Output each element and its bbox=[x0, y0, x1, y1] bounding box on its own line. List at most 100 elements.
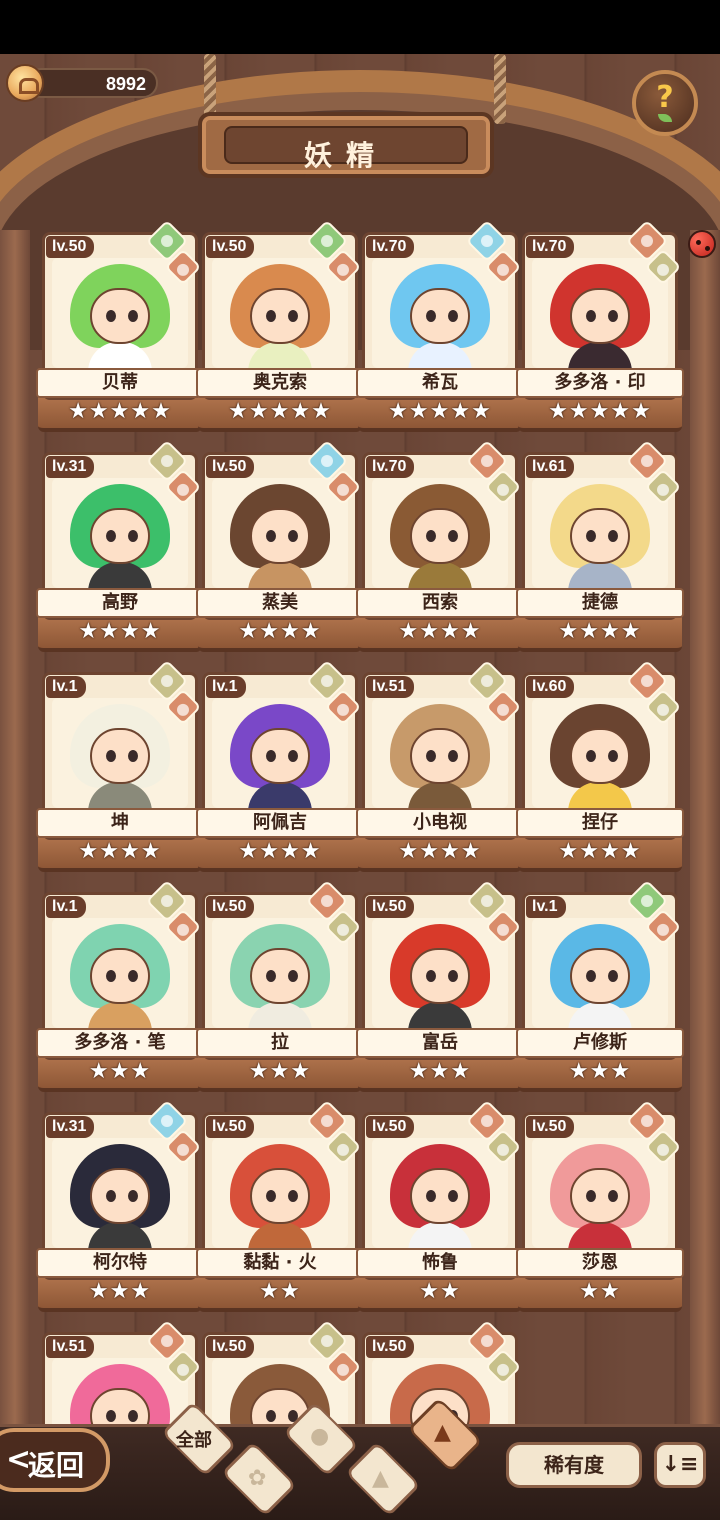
fairy-name-ribbon: 富岳 bbox=[356, 1028, 524, 1058]
fairy-card[interactable]: lv.50 怖鲁 ★★ bbox=[356, 1099, 524, 1318]
fairy-name-ribbon: 多多洛 · 笔 bbox=[36, 1028, 204, 1058]
fairy-name-ribbon: 卢修斯 bbox=[516, 1028, 684, 1058]
fairy-level: lv.70 bbox=[366, 236, 415, 258]
fairy-name-ribbon: 捷德 bbox=[516, 588, 684, 618]
fairy-eye bbox=[608, 310, 618, 322]
fairy-level: lv.50 bbox=[366, 896, 415, 918]
fairy-name: 柯尔特 bbox=[93, 1252, 147, 1273]
fairy-eye bbox=[128, 530, 138, 542]
fairy-name: 贝蒂 bbox=[102, 372, 138, 393]
fairy-eye bbox=[106, 1410, 116, 1422]
fairy-card[interactable]: lv.31 高野 ★★★★ bbox=[36, 439, 204, 658]
fairy-eye bbox=[586, 310, 596, 322]
fairy-level: lv.51 bbox=[366, 676, 415, 698]
sort-rarity-button[interactable]: 稀有度 bbox=[506, 1442, 642, 1488]
fairy-eye bbox=[448, 530, 458, 542]
fairy-face bbox=[570, 948, 630, 1004]
fairy-face bbox=[250, 1168, 310, 1224]
rarity-stars: ★★★★ bbox=[78, 619, 162, 644]
sort-order-button[interactable]: ↓≡ bbox=[654, 1442, 706, 1488]
fairy-level: lv.70 bbox=[526, 236, 575, 258]
fairy-name-ribbon: 捏仔 bbox=[516, 808, 684, 838]
fairy-portrait bbox=[372, 478, 508, 588]
fairy-card[interactable]: lv.60 捏仔 ★★★★ bbox=[516, 659, 684, 878]
sprout-icon: ✿ bbox=[248, 1466, 267, 1491]
fairy-name-ribbon: 西索 bbox=[356, 588, 524, 618]
rarity-stars: ★★★ bbox=[568, 1059, 632, 1084]
fairy-eye bbox=[288, 750, 298, 762]
fairy-card[interactable]: lv.50 贝蒂 ★★★★★ bbox=[36, 219, 204, 438]
fairy-card[interactable]: lv.50 拉 ★★★ bbox=[196, 879, 364, 1098]
fairy-name-ribbon: 柯尔特 bbox=[36, 1248, 204, 1278]
fairy-name-ribbon: 蒸美 bbox=[196, 588, 364, 618]
fairy-card[interactable]: lv.70 希瓦 ★★★★★ bbox=[356, 219, 524, 438]
fairy-card[interactable]: lv.50 蒸美 ★★★★ bbox=[196, 439, 364, 658]
fairy-eye bbox=[128, 750, 138, 762]
help-button[interactable]: ? bbox=[632, 70, 698, 136]
fairy-card[interactable]: lv.50 黏黏 · 火 ★★ bbox=[196, 1099, 364, 1318]
fairy-eye bbox=[586, 970, 596, 982]
fairy-face bbox=[570, 1168, 630, 1224]
fairy-eye bbox=[106, 750, 116, 762]
rarity-stars: ★★★★★ bbox=[548, 399, 652, 424]
fairy-name: 黏黏 · 火 bbox=[243, 1252, 317, 1273]
fairy-name: 多多洛 · 印 bbox=[554, 372, 646, 393]
fairy-level: lv.61 bbox=[526, 456, 575, 478]
fairy-portrait bbox=[52, 698, 188, 808]
fairy-card[interactable]: lv.50 奥克索 ★★★★★ bbox=[196, 219, 364, 438]
rarity-stars: ★★★★ bbox=[238, 839, 322, 864]
fairy-name: 卢修斯 bbox=[573, 1032, 627, 1053]
fairy-card[interactable]: lv.50 富岳 ★★★ bbox=[356, 879, 524, 1098]
fairy-name: 阿佩吉 bbox=[253, 812, 307, 833]
fairy-name: 奥克索 bbox=[253, 372, 307, 393]
fairy-eye bbox=[448, 1190, 458, 1202]
fairy-name-ribbon: 多多洛 · 印 bbox=[516, 368, 684, 398]
fairy-portrait bbox=[532, 1138, 668, 1248]
fairy-level: lv.1 bbox=[526, 896, 566, 918]
fairy-eye bbox=[608, 970, 618, 982]
fairy-name: 坤 bbox=[111, 812, 129, 833]
fairy-face bbox=[90, 948, 150, 1004]
fairy-level: lv.1 bbox=[206, 676, 246, 698]
fairy-eye bbox=[106, 970, 116, 982]
fairy-card[interactable]: lv.70 西索 ★★★★ bbox=[356, 439, 524, 658]
fairy-eye bbox=[448, 310, 458, 322]
fairy-card[interactable]: lv.1 阿佩吉 ★★★★ bbox=[196, 659, 364, 878]
fairy-card[interactable]: lv.1 多多洛 · 笔 ★★★ bbox=[36, 879, 204, 1098]
fairy-eye bbox=[426, 1190, 436, 1202]
fairy-face bbox=[250, 288, 310, 344]
fairy-name-ribbon: 高野 bbox=[36, 588, 204, 618]
rarity-stars: ★★★ bbox=[88, 1279, 152, 1304]
fairy-eye bbox=[426, 530, 436, 542]
fairy-name: 捏仔 bbox=[582, 812, 618, 833]
rarity-stars: ★★★★★ bbox=[388, 399, 492, 424]
fairy-eye bbox=[266, 530, 276, 542]
fairy-card[interactable]: lv.61 捷德 ★★★★ bbox=[516, 439, 684, 658]
fairy-card[interactable]: lv.1 坤 ★★★★ bbox=[36, 659, 204, 878]
rarity-stars: ★★ bbox=[419, 1279, 461, 1304]
fairy-card[interactable]: lv.1 卢修斯 ★★★ bbox=[516, 879, 684, 1098]
rarity-stars: ★★★★ bbox=[78, 839, 162, 864]
fairy-eye bbox=[448, 750, 458, 762]
ladybug-icon[interactable] bbox=[688, 230, 716, 258]
page-title: 妖精 bbox=[303, 139, 388, 172]
fairy-level: lv.70 bbox=[366, 456, 415, 478]
fairy-card[interactable]: lv.70 多多洛 · 印 ★★★★★ bbox=[516, 219, 684, 438]
rarity-stars: ★★★★ bbox=[398, 619, 482, 644]
fairy-eye bbox=[288, 1190, 298, 1202]
rarity-stars: ★★★★ bbox=[558, 839, 642, 864]
fairy-face bbox=[570, 288, 630, 344]
fairy-eye bbox=[266, 1410, 276, 1422]
fairy-name: 蒸美 bbox=[262, 592, 298, 613]
rarity-stars: ★★★★ bbox=[398, 839, 482, 864]
fairy-card[interactable]: lv.50 莎恩 ★★ bbox=[516, 1099, 684, 1318]
fairy-eye bbox=[128, 1410, 138, 1422]
fairy-face bbox=[410, 1168, 470, 1224]
rarity-stars: ★★★★★ bbox=[68, 399, 172, 424]
fairy-level: lv.60 bbox=[526, 676, 575, 698]
fairy-card[interactable]: lv.31 柯尔特 ★★★ bbox=[36, 1099, 204, 1318]
back-button[interactable]: < 返回 bbox=[0, 1428, 110, 1492]
fairy-face bbox=[410, 508, 470, 564]
fairy-card[interactable]: lv.51 小电视 ★★★★ bbox=[356, 659, 524, 878]
rarity-stars: ★★ bbox=[579, 1279, 621, 1304]
